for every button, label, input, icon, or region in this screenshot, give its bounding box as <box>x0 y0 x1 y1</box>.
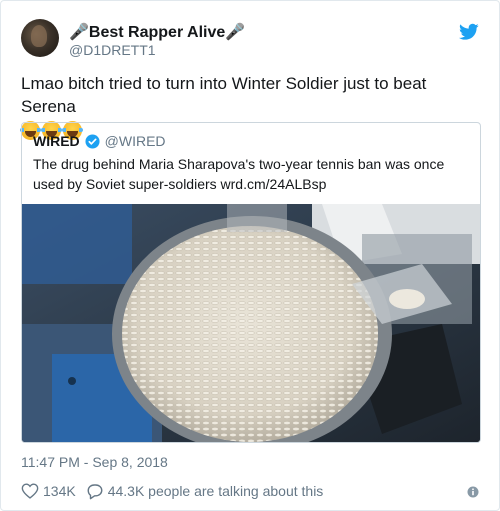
display-name-text: Best Rapper Alive <box>88 24 226 41</box>
twitter-bird-icon[interactable] <box>459 23 479 41</box>
microphone-emoji-right: 🎤 <box>225 24 246 41</box>
info-icon[interactable] <box>467 486 479 498</box>
author-avatar[interactable] <box>21 19 59 57</box>
microphone-emoji-left: 🎤 <box>69 24 89 41</box>
replies-text: 44.3K people are talking about this <box>107 483 324 499</box>
author-display-name[interactable]: 🎤Best Rapper Alive🎤 <box>69 22 245 42</box>
speech-bubble-icon <box>87 483 103 499</box>
quoted-text: The drug behind Maria Sharapova's two-ye… <box>33 156 445 192</box>
quoted-image[interactable] <box>22 204 480 442</box>
like-action[interactable]: 134K <box>21 483 76 499</box>
embedded-tweet-card: 🎤Best Rapper Alive🎤 @D1DRETT1 Lmao bitch… <box>0 0 500 511</box>
verified-badge-icon <box>85 133 100 149</box>
tweet-text: Lmao bitch tried to turn into Winter Sol… <box>21 74 427 116</box>
quoted-author: WIRED @WIRED <box>33 133 166 149</box>
like-count: 134K <box>43 483 76 499</box>
quoted-author-handle: @WIRED <box>104 133 166 149</box>
quoted-author-name: WIRED <box>33 133 80 149</box>
tweet-actions: 134K 44.3K people are talking about this <box>21 482 333 500</box>
quoted-tweet[interactable]: WIRED @WIRED The drug behind Maria Shara… <box>21 122 481 443</box>
author-handle[interactable]: @D1DRETT1 <box>69 42 156 58</box>
reply-action[interactable]: 44.3K people are talking about this <box>86 483 324 500</box>
heart-icon <box>21 483 39 499</box>
tweet-timestamp[interactable]: 11:47 PM - Sep 8, 2018 <box>21 454 168 470</box>
pill-bowl-photo <box>22 204 480 442</box>
